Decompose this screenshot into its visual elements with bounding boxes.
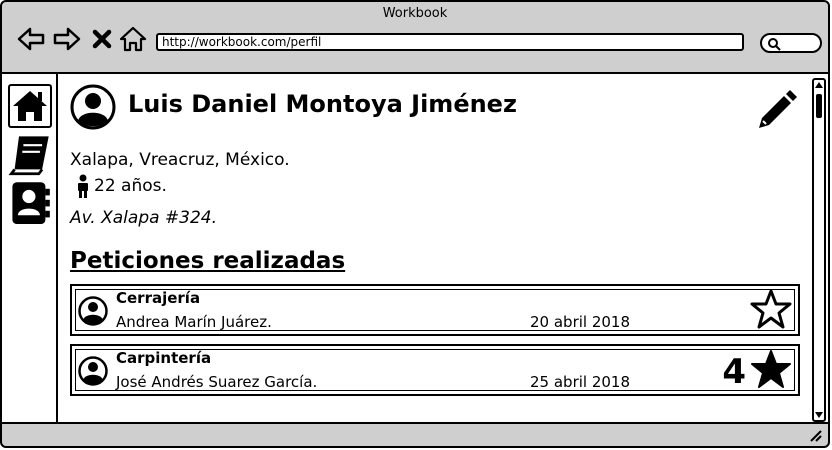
person-icon bbox=[78, 174, 88, 198]
forward-arrow-icon[interactable] bbox=[52, 24, 82, 54]
sidebar bbox=[2, 74, 58, 422]
profile-age: 22 años. bbox=[94, 176, 167, 196]
profile-name: Luis Daniel Montoya Jiménez bbox=[128, 90, 517, 118]
star-outline-icon[interactable] bbox=[750, 288, 792, 330]
contacts-icon bbox=[12, 182, 50, 224]
request-person: José Andrés Suarez García. bbox=[116, 373, 318, 391]
scroll-down-arrow-icon[interactable] bbox=[815, 412, 823, 418]
search-icon bbox=[768, 38, 781, 51]
person-avatar-icon bbox=[78, 356, 108, 386]
star-filled-icon[interactable] bbox=[750, 348, 792, 390]
profile-location: Xalapa, Vreacruz, México. bbox=[70, 150, 290, 170]
request-service: Cerrajería bbox=[116, 289, 201, 307]
request-person: Andrea Marín Juárez. bbox=[116, 313, 272, 331]
request-date: 20 abril 2018 bbox=[530, 313, 631, 331]
request-service: Carpintería bbox=[116, 349, 212, 367]
scroll-up-arrow-icon[interactable] bbox=[815, 82, 823, 88]
sidebar-item-home[interactable] bbox=[8, 84, 52, 128]
home-icon bbox=[13, 91, 47, 121]
section-title: Peticiones realizadas bbox=[70, 248, 346, 274]
sidebar-item-contacts[interactable] bbox=[8, 180, 52, 224]
home-outline-icon[interactable] bbox=[118, 24, 148, 54]
person-avatar-icon bbox=[78, 296, 108, 326]
pencil-icon[interactable] bbox=[754, 86, 800, 132]
resize-handle-icon[interactable] bbox=[808, 428, 822, 442]
search-input[interactable] bbox=[760, 33, 822, 53]
profile-address: Av. Xalapa #324. bbox=[70, 208, 218, 228]
request-rating: 4 bbox=[722, 352, 746, 392]
page-content: Luis Daniel Montoya Jiménez Xalapa, Vrea… bbox=[2, 72, 828, 424]
request-card[interactable]: Carpintería José Andrés Suarez García. 2… bbox=[70, 344, 800, 396]
sidebar-item-book[interactable] bbox=[8, 132, 52, 176]
scroll-thumb[interactable] bbox=[816, 94, 822, 118]
back-arrow-icon[interactable] bbox=[16, 24, 46, 54]
person-avatar-icon bbox=[70, 84, 116, 130]
browser-window: Workbook http://workbook.com/perfil Luis… bbox=[0, 0, 830, 448]
vertical-scrollbar[interactable] bbox=[812, 78, 826, 422]
request-card[interactable]: Cerrajería Andrea Marín Juárez. 20 abril… bbox=[70, 284, 800, 336]
window-title: Workbook bbox=[382, 6, 448, 21]
close-icon[interactable] bbox=[90, 24, 114, 54]
url-input[interactable]: http://workbook.com/perfil bbox=[156, 33, 744, 51]
request-date: 25 abril 2018 bbox=[530, 373, 631, 391]
book-icon bbox=[8, 136, 49, 176]
